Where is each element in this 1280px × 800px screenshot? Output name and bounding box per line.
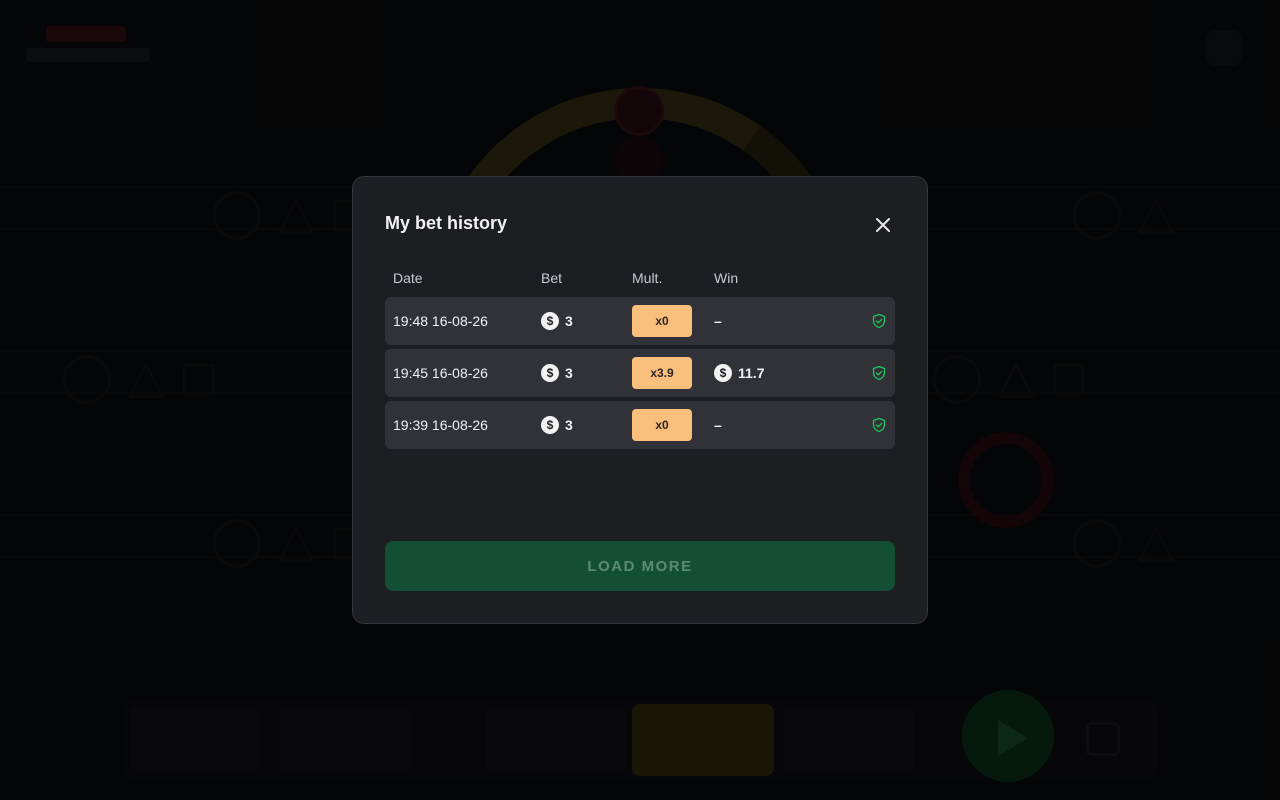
row-bet: $ 3 (541, 297, 573, 345)
bet-history-row: 19:39 16-08-26 $ 3 x0 – (385, 401, 895, 449)
shield-check-icon[interactable] (871, 313, 887, 329)
row-win-amount: – (714, 313, 722, 329)
bet-history-row: 19:48 16-08-26 $ 3 x0 – (385, 297, 895, 345)
row-win: – (714, 401, 722, 449)
row-win: $ 11.7 (714, 349, 764, 397)
close-button[interactable] (869, 211, 897, 239)
column-header-bet: Bet (541, 270, 563, 286)
dollar-coin-icon: $ (541, 312, 559, 330)
load-more-button[interactable]: LOAD MORE (385, 541, 895, 591)
shield-check-icon[interactable] (871, 365, 887, 381)
row-date: 19:48 16-08-26 (393, 313, 488, 329)
row-multiplier-badge: x0 (632, 305, 692, 337)
row-date: 19:45 16-08-26 (393, 365, 488, 381)
row-win: – (714, 297, 722, 345)
column-header-mult: Mult. (632, 270, 663, 286)
bet-history-modal: My bet history Date Bet Mult. Win 19:48 … (352, 176, 928, 624)
row-bet-amount: 3 (565, 365, 573, 381)
close-icon (876, 218, 890, 232)
shield-check-icon[interactable] (871, 417, 887, 433)
modal-title: My bet history (385, 213, 508, 233)
dollar-coin-icon: $ (714, 364, 732, 382)
column-header-date: Date (393, 270, 423, 286)
row-win-amount: – (714, 417, 722, 433)
game-screen: ◯△◻ ◯△ ◯△◻ ◯△◻ ◯△◻ ◯△ My bet history (0, 0, 1280, 800)
column-header-win: Win (714, 270, 739, 286)
row-bet-amount: 3 (565, 417, 573, 433)
dollar-coin-icon: $ (541, 416, 559, 434)
row-multiplier-badge: x0 (632, 409, 692, 441)
dollar-coin-icon: $ (541, 364, 559, 382)
row-date: 19:39 16-08-26 (393, 417, 488, 433)
row-bet: $ 3 (541, 401, 573, 449)
row-bet-amount: 3 (565, 313, 573, 329)
bet-history-row: 19:45 16-08-26 $ 3 x3.9 $ 11.7 (385, 349, 895, 397)
row-bet: $ 3 (541, 349, 573, 397)
row-win-amount: 11.7 (738, 365, 765, 381)
row-multiplier-badge: x3.9 (632, 357, 692, 389)
